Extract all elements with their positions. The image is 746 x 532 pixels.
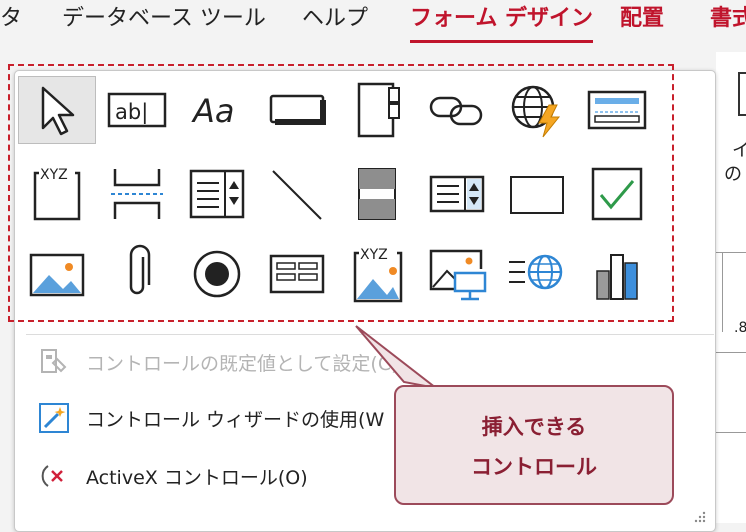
callout-line-2: コントロール <box>471 455 597 479</box>
callout-line-1: 挿入できる <box>481 415 587 439</box>
resize-grip[interactable] <box>694 508 706 523</box>
callout-box: 挿入できる コントロール <box>394 385 674 505</box>
